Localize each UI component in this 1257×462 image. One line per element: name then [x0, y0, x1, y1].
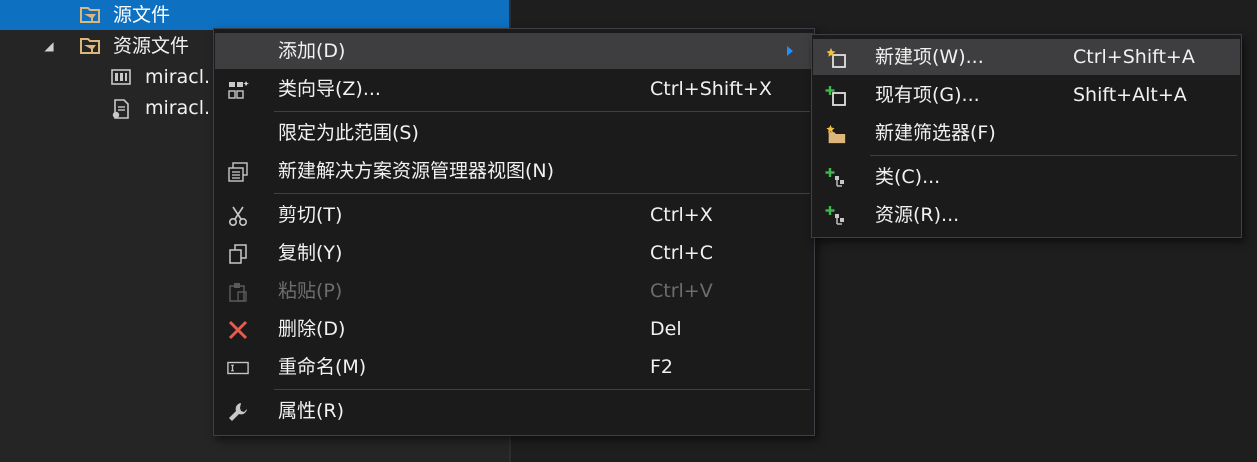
menu-item-label: 现有项(G)...	[875, 84, 980, 106]
menu-item-label: 粘贴(P)	[278, 280, 343, 302]
menu-item-properties[interactable]: 属性(R)	[215, 393, 813, 429]
menu-item-cut[interactable]: 剪切(T) Ctrl+X	[215, 197, 813, 233]
submenu-arrow-icon	[787, 46, 793, 56]
menu-separator	[274, 111, 810, 112]
scissors-icon	[227, 205, 249, 227]
menu-separator	[870, 155, 1237, 156]
explorer-view-icon	[227, 161, 249, 183]
menu-item-label: 删除(D)	[278, 318, 346, 340]
resource-file-icon	[110, 67, 132, 87]
folder-filter-icon	[78, 36, 100, 56]
menu-item-shortcut: F2	[650, 356, 674, 378]
menu-item-scope-to-this[interactable]: 限定为此范围(S)	[215, 115, 813, 151]
class-wizard-icon	[227, 79, 249, 101]
submenu-item-existing-item[interactable]: 现有项(G)... Shift+Alt+A	[813, 77, 1240, 113]
submenu-item-class[interactable]: 类(C)...	[813, 159, 1240, 195]
menu-separator	[274, 193, 810, 194]
menu-item-new-explorer-view[interactable]: 新建解决方案资源管理器视图(N)	[215, 153, 813, 189]
menu-item-shortcut: Ctrl+V	[650, 280, 713, 302]
new-item-icon	[825, 47, 847, 69]
menu-item-shortcut: Ctrl+C	[650, 242, 713, 264]
menu-item-class-wizard[interactable]: 类向导(Z)... Ctrl+Shift+X	[215, 71, 813, 107]
menu-item-label: 复制(Y)	[278, 242, 343, 264]
menu-item-label: 新建解决方案资源管理器视图(N)	[278, 160, 555, 182]
tree-item-source-files[interactable]: 源文件	[0, 0, 509, 30]
context-menu: 添加(D) 类向导(Z)... Ctrl+Shift+X 限定为此范围(S) 新…	[213, 28, 815, 436]
tree-item-label: miracl.	[145, 97, 211, 119]
tree-item-label: miracl.	[145, 66, 211, 88]
menu-item-label: 限定为此范围(S)	[278, 122, 419, 144]
tree-item-label: 资源文件	[113, 35, 190, 57]
submenu-item-new-item[interactable]: 新建项(W)... Ctrl+Shift+A	[813, 39, 1240, 75]
menu-item-rename[interactable]: 重命名(M) F2	[215, 349, 813, 385]
menu-item-label: 新建筛选器(F)	[875, 122, 996, 144]
menu-item-label: 类(C)...	[875, 166, 941, 188]
menu-item-copy[interactable]: 复制(Y) Ctrl+C	[215, 235, 813, 271]
new-folder-icon	[825, 123, 847, 145]
menu-item-label: 添加(D)	[278, 40, 346, 62]
menu-item-label: 重命名(M)	[278, 356, 367, 378]
menu-item-label: 类向导(Z)...	[278, 78, 381, 100]
rename-icon	[227, 357, 249, 379]
menu-item-shortcut: Shift+Alt+A	[1073, 84, 1187, 106]
expand-triangle-icon[interactable]: ◢	[42, 31, 56, 61]
folder-filter-icon	[78, 5, 100, 25]
menu-item-delete[interactable]: 删除(D) Del	[215, 311, 813, 347]
menu-item-label: 属性(R)	[278, 400, 345, 422]
copy-icon	[227, 243, 249, 265]
submenu-item-resource[interactable]: 资源(R)...	[813, 197, 1240, 233]
delete-x-icon	[227, 319, 249, 341]
submenu-item-new-filter[interactable]: 新建筛选器(F)	[813, 115, 1240, 151]
menu-item-label: 剪切(T)	[278, 204, 343, 226]
add-class-icon	[825, 167, 847, 189]
menu-item-shortcut: Ctrl+Shift+A	[1073, 46, 1195, 68]
add-existing-item-icon	[825, 85, 847, 107]
menu-item-label: 资源(R)...	[875, 204, 960, 226]
add-resource-icon	[825, 205, 847, 227]
add-submenu: 新建项(W)... Ctrl+Shift+A 现有项(G)... Shift+A…	[811, 34, 1242, 238]
menu-item-label: 新建项(W)...	[875, 46, 984, 68]
tree-item-label: 源文件	[113, 4, 171, 26]
clipboard-icon	[227, 281, 249, 303]
menu-item-shortcut: Del	[650, 318, 682, 340]
script-file-icon	[110, 98, 132, 119]
wrench-icon	[227, 401, 249, 423]
menu-item-shortcut: Ctrl+Shift+X	[650, 78, 772, 100]
menu-item-paste[interactable]: 粘贴(P) Ctrl+V	[215, 273, 813, 309]
menu-item-shortcut: Ctrl+X	[650, 204, 713, 226]
menu-separator	[274, 389, 810, 390]
menu-item-add[interactable]: 添加(D)	[215, 33, 813, 69]
